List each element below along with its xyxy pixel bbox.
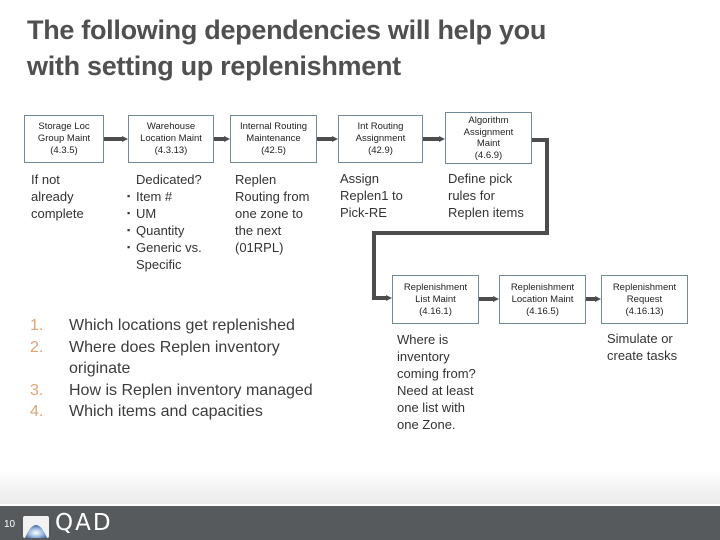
note-int-routing-assignment: Assign Replen1 to Pick-RE [340,171,403,220]
list-text: Where does Replen inventory originate [69,338,280,378]
box-int-routing-assignment: Int Routing Assignment (42.9) [338,115,423,163]
list-number: 4. [30,403,44,420]
list-number: 2. [30,338,44,356]
qad-logo-icon [23,516,49,538]
footer-shade [0,470,720,506]
list-item: 1. Which locations get replenished [30,315,359,337]
box-replenishment-location-maint: Replenishment Location Maint (4.16.5) [499,275,586,324]
note-warehouse-location: Dedicated? Item # UM Quantity Generic vs… [127,171,202,273]
box-algorithm-assignment-maint: Algorithm Assignment Maint (4.6.9) [445,112,532,164]
note-storage-loc: If not already complete [31,172,84,221]
list-text: How is Replen inventory managed [69,381,313,399]
bullet-item: Item # [127,188,202,205]
qad-logo-text: QAD [55,510,113,536]
list-number: 3. [30,381,44,399]
note-replenishment-request: Simulate or create tasks [607,331,678,363]
bullet-item: Generic vs. [127,239,202,256]
bullet-item: UM [127,205,202,222]
box-storage-loc-group-maint: Storage Loc Group Maint (4.3.5) [24,115,104,163]
box-replenishment-request: Replenishment Request (4.16.13) [601,275,688,324]
box-internal-routing-maintenance: Internal Routing Maintenance (42.5) [230,115,317,163]
note-replenishment-list: Where is inventory coming from? Need at … [397,332,476,432]
note-algorithm-assignment: Define pick rules for Replen items [448,171,524,220]
list-item: 4. Which items and capacities [30,401,359,423]
list-item: 3. How is Replen inventory managed [30,380,359,402]
list-item: 2. Where does Replen inventory originate [30,337,359,380]
bullet-item: Quantity [127,222,202,239]
note-internal-routing: Replen Routing from one zone to the next… [235,172,310,255]
list-text: Which locations get replenished [69,317,295,334]
bullet-continuation: Specific [136,257,182,272]
box-replenishment-list-maint: Replenishment List Maint (4.16.1) [392,275,479,324]
questions-list: 1. Which locations get replenished 2. Wh… [30,315,359,423]
footer-bar: 10 QAD [0,506,720,540]
list-number: 1. [30,317,44,334]
list-text: Which items and capacities [69,403,263,420]
box-warehouse-location-maint: Warehouse Location Maint (4.3.13) [128,115,214,163]
page-number: 10 [4,519,16,530]
note-warehouse-heading: Dedicated? [136,172,202,187]
connector-layer [103,136,601,302]
